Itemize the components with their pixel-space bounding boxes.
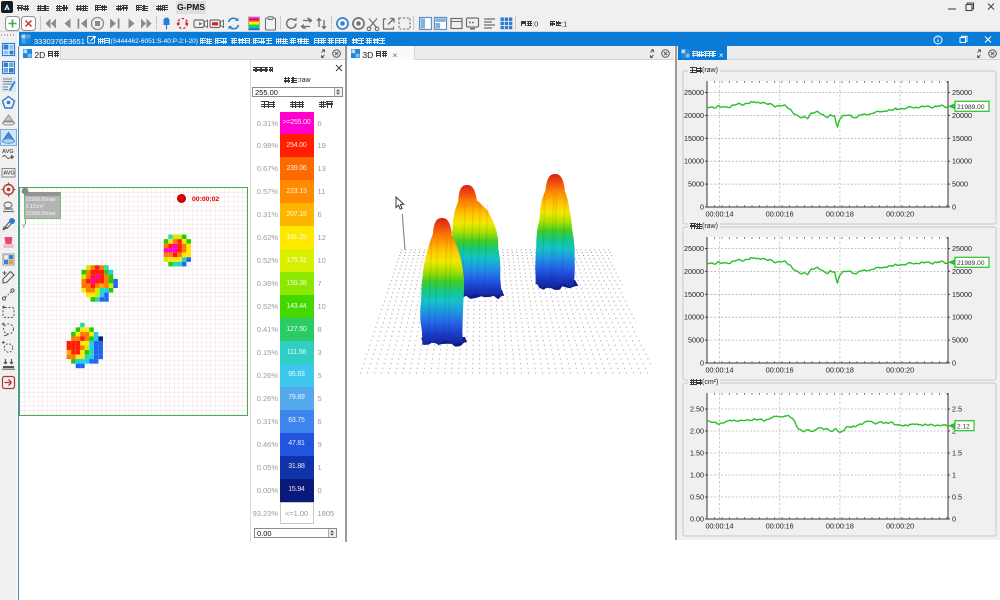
- svg-text:2.12: 2.12: [957, 423, 970, 430]
- svg-text:20000: 20000: [684, 111, 704, 120]
- svg-text:00:00:16: 00:00:16: [766, 522, 794, 531]
- svg-text:20000: 20000: [952, 111, 972, 120]
- svg-text:2.00: 2.00: [690, 427, 704, 436]
- svg-text:10000: 10000: [684, 313, 704, 322]
- svg-text:00:00:18: 00:00:18: [826, 366, 854, 375]
- svg-text:2.5: 2.5: [952, 405, 962, 414]
- svg-text:0: 0: [952, 203, 956, 212]
- svg-text:00:00:14: 00:00:14: [706, 522, 734, 531]
- svg-text:15000: 15000: [684, 134, 704, 143]
- svg-text:AVG: AVG: [2, 149, 14, 155]
- svg-text:AVG: AVG: [3, 170, 15, 176]
- svg-text:00:00:18: 00:00:18: [826, 210, 854, 219]
- svg-text:21989.00: 21989.00: [957, 104, 985, 111]
- svg-text:25000: 25000: [684, 88, 704, 97]
- svg-text:1.50: 1.50: [690, 449, 704, 458]
- svg-text:15000: 15000: [684, 290, 704, 299]
- svg-text:0: 0: [952, 515, 956, 524]
- svg-text:00:00:18: 00:00:18: [826, 522, 854, 531]
- svg-text:0: 0: [700, 203, 704, 212]
- svg-text:2.50: 2.50: [690, 405, 704, 414]
- svg-text:0.5: 0.5: [952, 493, 962, 502]
- svg-text:15000: 15000: [952, 134, 972, 143]
- svg-text:25000: 25000: [952, 244, 972, 253]
- svg-text:10000: 10000: [952, 157, 972, 166]
- svg-text:25000: 25000: [952, 88, 972, 97]
- svg-text:20000: 20000: [952, 267, 972, 276]
- svg-text:10000: 10000: [952, 313, 972, 322]
- svg-text:00:00:16: 00:00:16: [766, 210, 794, 219]
- svg-text:00:00:16: 00:00:16: [766, 366, 794, 375]
- svg-text:1.00: 1.00: [690, 471, 704, 480]
- svg-text:21989.00: 21989.00: [957, 260, 985, 267]
- svg-text:00:00:20: 00:00:20: [886, 522, 914, 531]
- svg-text:1.5: 1.5: [952, 449, 962, 458]
- svg-text:10000: 10000: [684, 157, 704, 166]
- svg-text:0.00: 0.00: [690, 515, 704, 524]
- svg-text:5000: 5000: [688, 180, 704, 189]
- svg-text:0: 0: [952, 359, 956, 368]
- svg-text:00:00:14: 00:00:14: [706, 366, 734, 375]
- svg-text:0: 0: [700, 359, 704, 368]
- svg-text:5000: 5000: [688, 336, 704, 345]
- svg-text:25000: 25000: [684, 244, 704, 253]
- svg-text:1: 1: [952, 471, 956, 480]
- svg-text:15000: 15000: [952, 290, 972, 299]
- svg-text:5000: 5000: [952, 336, 968, 345]
- svg-text:20000: 20000: [684, 267, 704, 276]
- svg-text:00:00:20: 00:00:20: [886, 210, 914, 219]
- svg-text:0.50: 0.50: [690, 493, 704, 502]
- svg-text:5000: 5000: [952, 180, 968, 189]
- svg-text:00:00:14: 00:00:14: [706, 210, 734, 219]
- svg-text:00:00:20: 00:00:20: [886, 366, 914, 375]
